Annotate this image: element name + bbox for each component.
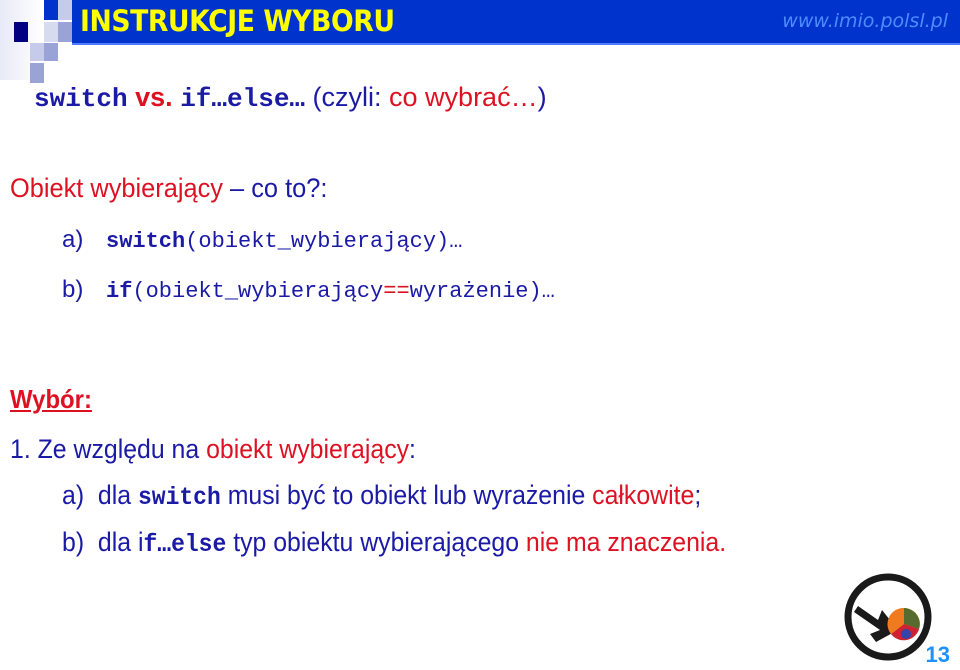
website-url: www.imio.polsl.pl (782, 10, 948, 32)
item-label: b) (62, 276, 84, 303)
slide-subtitle: switch vs. if…else… (czyli: co wybrać…) (34, 82, 547, 114)
item-text: dla i (97, 527, 144, 557)
code-text: (obiekt_wybierający (132, 279, 384, 304)
code-text: (obiekt_wybierający)… (185, 229, 463, 254)
point-1: 1. Ze względu na obiekt wybierający: (10, 434, 416, 465)
keyword-ifelse: if…else… (180, 84, 306, 114)
item-label: a) (62, 226, 84, 253)
item-highlight: nie ma znaczenia. (525, 527, 727, 557)
decor-square (58, 22, 72, 42)
logo-dot (901, 629, 911, 639)
list-item: b) if(obiekt_wybierający==wyrażenie)… (62, 276, 555, 304)
item-label: b) (62, 527, 85, 557)
item-text: ; (694, 480, 702, 510)
code-keyword: switch (106, 229, 186, 254)
point-text: Ze względu na (30, 434, 207, 464)
item-text: musi być to obiekt lub wyrażenie (220, 480, 593, 510)
item-label: a) (62, 480, 85, 510)
point-highlight: obiekt wybierający (206, 434, 410, 464)
item-text: typ obiektu wybierającego (226, 527, 526, 557)
item-highlight: całkowite (592, 480, 695, 510)
decor-square (44, 22, 58, 42)
subtitle-paren-close: ) (537, 82, 547, 112)
code-keyword: if (106, 279, 133, 304)
list-item: a) switch(obiekt_wybierający)… (62, 226, 462, 254)
section-heading-choice: Wybór: (10, 384, 92, 414)
subtitle-paren: (czyli: (305, 82, 390, 112)
decor-square (44, 43, 58, 61)
item-text: dla (97, 480, 138, 510)
institute-logo (844, 573, 932, 661)
code-keyword: switch (137, 483, 221, 512)
code-keyword: f…else (143, 530, 227, 559)
subtitle-choice: co wybrać… (389, 82, 538, 112)
heading-red-part: Obiekt wybierający (10, 173, 223, 203)
decor-square (14, 22, 28, 42)
decor-square (44, 0, 58, 20)
point-colon: : (409, 434, 416, 464)
code-operator: == (383, 279, 410, 304)
decor-square (30, 63, 44, 83)
section-heading-selector: Obiekt wybierający – co to?: (10, 173, 327, 204)
heading-blue-part: – co to?: (222, 173, 328, 203)
list-item: a) dla switch musi być to obiekt lub wyr… (62, 480, 701, 512)
header-divider (72, 43, 960, 45)
vs-label: vs. (135, 82, 173, 112)
keyword-switch: switch (34, 84, 128, 114)
decor-square (30, 43, 44, 61)
list-item: b) dla if…else typ obiektu wybierającego… (62, 527, 726, 559)
slide-title: INSTRUKCJE WYBORU (80, 4, 395, 38)
point-number: 1. (10, 434, 31, 464)
decor-square (58, 0, 72, 20)
page-number: 13 (925, 642, 950, 667)
code-text: wyrażenie)… (409, 279, 555, 304)
